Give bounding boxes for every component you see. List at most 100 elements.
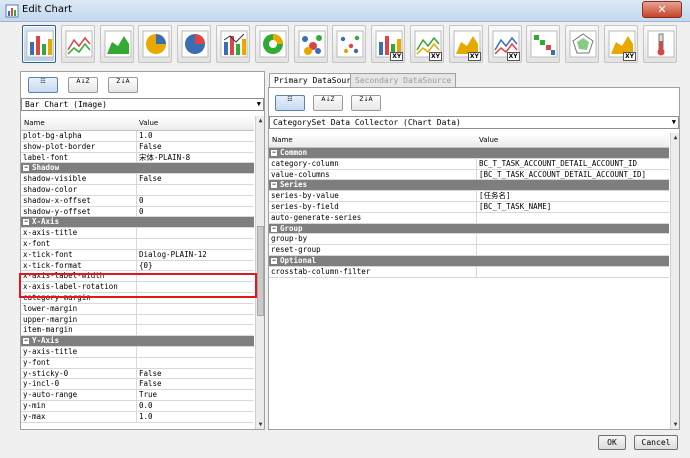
property-value[interactable]: {0} [139,261,153,271]
property-value[interactable]: True [139,390,157,400]
property-value[interactable]: [BC_T_TASK_ACCOUNT_DETAIL_ACCOUNT_ID] [479,170,646,180]
chart-type-button[interactable]: XY [448,25,483,63]
cancel-button[interactable]: Cancel [634,435,678,450]
collapse-icon[interactable]: − [271,150,277,156]
chart-type-button[interactable] [138,25,173,63]
close-button[interactable]: ✕ [642,1,682,18]
property-value[interactable]: False [139,379,162,389]
property-row[interactable]: show-plot-border False [21,141,254,153]
property-row[interactable]: y-min 0.0 [21,400,254,412]
property-row[interactable]: crosstab-column-filter [269,266,669,278]
property-row[interactable]: y-font [21,357,254,369]
chart-type-button[interactable] [332,25,367,63]
ok-button[interactable]: OK [598,435,626,450]
tab-secondary-datasource[interactable]: Secondary DataSource [350,73,457,88]
category-row[interactable]: − X-Axis [21,217,254,229]
categorized-view-button[interactable]: ☷ [28,77,58,93]
property-row[interactable]: plot-bg-alpha 1.0 [21,131,254,142]
property-row[interactable]: series-by-value [任务名] [269,191,669,202]
property-value[interactable]: 1.0 [139,412,153,422]
category-row[interactable]: − Shadow [21,163,254,175]
chart-type-button[interactable] [254,25,289,63]
category-row[interactable]: − Y-Axis [21,336,254,347]
property-row[interactable]: shadow-color [21,184,254,196]
property-value[interactable]: Dialog-PLAIN-12 [139,250,207,260]
property-row[interactable]: reset-group [269,245,669,256]
property-value[interactable]: 宋体-PLAIN-8 [139,153,190,163]
property-name: reset-group [271,245,321,255]
property-row[interactable]: y-sticky-0 False [21,368,254,380]
chart-type-button[interactable] [565,25,600,63]
property-value[interactable]: [BC_T_TASK_NAME] [479,202,551,212]
property-row[interactable]: x-font [21,238,254,250]
chart-type-button[interactable] [216,25,250,63]
property-row[interactable]: value-columns [BC_T_TASK_ACCOUNT_DETAIL_A… [269,169,669,181]
right-categorized-view-button[interactable]: ☷ [275,95,305,111]
chart-type-button[interactable]: XY [410,25,444,63]
property-row[interactable]: x-tick-format {0} [21,260,254,272]
chart-type-button[interactable] [642,25,677,63]
chart-type-button[interactable] [293,25,328,63]
sort-descending-button[interactable]: Z↓A [108,77,138,93]
property-value[interactable]: 0 [139,196,144,206]
column-divider [136,184,137,195]
category-row[interactable]: − Optional [269,255,669,267]
property-row[interactable]: x-tick-font Dialog-PLAIN-12 [21,249,254,261]
chart-type-button[interactable] [177,25,212,63]
collapse-icon[interactable]: − [23,219,29,226]
collapse-icon[interactable]: − [23,338,29,345]
right-sort-ascending-button[interactable]: A↓Z [313,95,343,111]
property-row[interactable]: series-by-field [BC_T_TASK_NAME] [269,201,669,213]
property-row[interactable]: y-max 1.0 [21,411,254,423]
scroll-up-icon[interactable]: ▲ [671,133,680,142]
property-value[interactable]: False [139,174,162,184]
property-row[interactable]: auto-generate-series [269,212,669,224]
scroll-down-icon[interactable]: ▼ [671,420,680,429]
chart-type-button[interactable]: XY [487,25,522,63]
property-value[interactable]: False [139,142,162,152]
property-row[interactable]: category-column BC_T_TASK_ACCOUNT_DETAIL_… [269,158,669,170]
property-value[interactable]: 0.0 [139,401,153,411]
data-collector-combo[interactable]: CategorySet Data Collector (Chart Data) … [269,116,679,129]
collapse-icon[interactable]: − [271,182,277,189]
column-divider [476,201,477,212]
collapse-icon[interactable]: − [271,225,277,232]
chart-type-button[interactable] [99,25,134,63]
chart-type-button[interactable] [526,25,561,63]
radar-chart-icon [569,30,597,58]
chart-type-button[interactable] [60,25,95,63]
property-value[interactable]: False [139,369,162,379]
sort-ascending-button[interactable]: A↓Z [68,77,98,93]
property-row[interactable]: y-incl-0 False [21,379,254,391]
category-row[interactable]: − Common [269,148,669,159]
category-row[interactable]: − Series [269,180,669,192]
property-row[interactable]: item-margin [21,325,254,337]
property-row[interactable]: y-axis-title [21,346,254,358]
chart-type-button[interactable] [22,25,56,63]
scroll-down-icon[interactable]: ▼ [256,420,265,429]
property-row[interactable]: x-axis-title [21,228,254,239]
right-sort-descending-button[interactable]: Z↓A [351,95,381,111]
property-row[interactable]: y-auto-range True [21,390,254,401]
property-row[interactable]: lower-margin [21,303,254,315]
property-value[interactable]: BC_T_TASK_ACCOUNT_DETAIL_ACCOUNT_ID [479,159,637,169]
property-name: x-axis-title [23,228,78,238]
chart-type-button[interactable]: XY [604,25,638,63]
scroll-up-icon[interactable]: ▲ [256,116,265,125]
property-row[interactable]: shadow-y-offset 0 [21,206,254,218]
collapse-icon[interactable]: − [271,257,277,264]
property-value[interactable]: 0 [139,207,144,217]
collapse-icon[interactable]: − [23,165,29,172]
property-row[interactable]: shadow-x-offset 0 [21,195,254,207]
property-value[interactable]: [任务名] [479,191,511,201]
property-value[interactable]: 1.0 [139,131,153,141]
property-row[interactable]: label-font 宋体-PLAIN-8 [21,152,254,164]
property-row[interactable]: shadow-visible False [21,174,254,185]
chart-selector-combo[interactable]: Bar Chart (Image) ▼ [21,98,264,111]
property-row[interactable]: upper-margin [21,314,254,326]
right-vertical-scrollbar[interactable]: ▲ ▼ [670,133,679,429]
property-row[interactable]: group-by [269,234,669,246]
left-scroll-thumb[interactable] [257,226,264,316]
category-row[interactable]: − Group [269,223,669,235]
chart-type-button[interactable]: XY [371,25,406,63]
